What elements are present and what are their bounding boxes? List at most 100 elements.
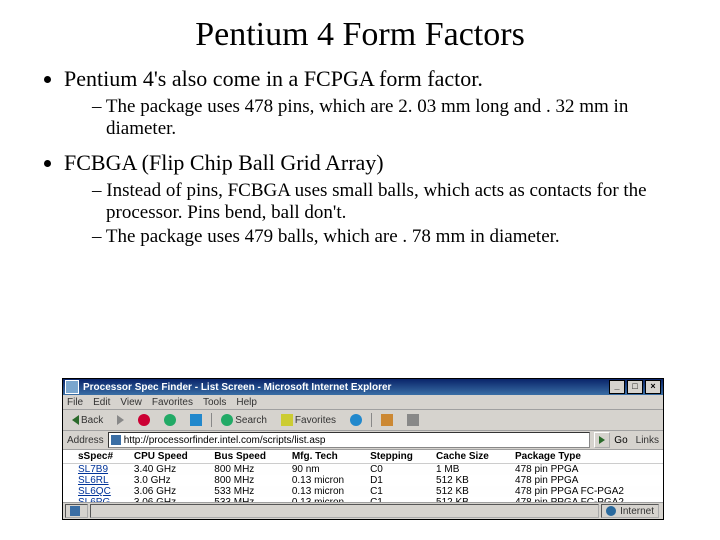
home-button[interactable] [185, 411, 207, 429]
cell-step: C1 [366, 486, 432, 497]
col-cache: Cache Size [432, 450, 511, 464]
history-button[interactable] [345, 411, 367, 429]
favorites-icon [281, 414, 293, 426]
cell-mfg: 90 nm [288, 464, 366, 476]
cell-cpu: 3.06 GHz [130, 486, 210, 497]
address-label: Address [67, 435, 104, 446]
home-icon [190, 414, 202, 426]
cell-bus: 800 MHz [210, 464, 288, 476]
bullet-2-sub-1: Instead of pins, FCBGA uses small balls,… [92, 180, 680, 224]
cell-cache: 512 KB [432, 475, 511, 486]
window-maximize-button[interactable]: □ [627, 380, 643, 394]
col-pkg: Package Type [511, 450, 663, 464]
table-stripe [63, 464, 74, 476]
back-button[interactable]: Back [67, 411, 108, 429]
browser-toolbar: Back Search Favorites [63, 410, 663, 431]
spec-table: sSpec# CPU Speed Bus Speed Mfg. Tech Ste… [63, 450, 663, 502]
go-button[interactable] [594, 432, 610, 448]
window-close-button[interactable]: × [645, 380, 661, 394]
bullet-1-sublist: The package uses 478 pins, which are 2. … [64, 96, 680, 140]
print-icon [407, 414, 419, 426]
browser-statusbar: Internet [63, 502, 663, 519]
table-stripe [63, 475, 74, 486]
cell-step: C0 [366, 464, 432, 476]
go-label: Go [614, 435, 627, 446]
table-header-row: sSpec# CPU Speed Bus Speed Mfg. Tech Ste… [63, 450, 663, 464]
cell-mfg: 0.13 micron [288, 486, 366, 497]
cell-mfg: 0.13 micron [288, 475, 366, 486]
search-button[interactable]: Search [216, 411, 272, 429]
history-icon [350, 414, 362, 426]
bullet-list: Pentium 4's also come in a FCPGA form fa… [40, 66, 680, 248]
menu-edit[interactable]: Edit [93, 397, 110, 408]
forward-button[interactable] [112, 411, 129, 429]
cell-pkg: 478 pin PPGA [511, 475, 663, 486]
page-icon [111, 435, 121, 445]
col-cpu: CPU Speed [130, 450, 210, 464]
bullet-2-sub-2: The package uses 479 balls, which are . … [92, 226, 680, 248]
print-button[interactable] [402, 411, 424, 429]
ie-icon [65, 380, 79, 394]
address-input[interactable]: http://processorfinder.intel.com/scripts… [108, 432, 591, 448]
cell-cpu: 3.0 GHz [130, 475, 210, 486]
browser-titlebar: Processor Spec Finder - List Screen - Mi… [63, 379, 663, 395]
go-arrow-icon [599, 436, 605, 444]
cell-spec[interactable]: SL7B9 [74, 464, 130, 476]
bullet-1: Pentium 4's also come in a FCPGA form fa… [64, 66, 680, 140]
cell-step: D1 [366, 475, 432, 486]
back-arrow-icon [72, 415, 79, 425]
status-pane-main [90, 504, 599, 518]
cell-cache: 1 MB [432, 464, 511, 476]
cell-cache: 512 KB [432, 486, 511, 497]
menu-help[interactable]: Help [236, 397, 257, 408]
table-row: SL6QC3.06 GHz533 MHz0.13 micronC1512 KB4… [63, 486, 663, 497]
menu-view[interactable]: View [120, 397, 142, 408]
cell-pkg: 478 pin PPGA [511, 464, 663, 476]
cell-bus: 800 MHz [210, 475, 288, 486]
links-label[interactable]: Links [636, 435, 659, 446]
bullet-1-sub-1: The package uses 478 pins, which are 2. … [92, 96, 680, 140]
bullet-1-text: Pentium 4's also come in a FCPGA form fa… [64, 66, 483, 91]
col-mfg: Mfg. Tech [288, 450, 366, 464]
browser-menubar: File Edit View Favorites Tools Help [63, 395, 663, 410]
table-stripe [63, 486, 74, 497]
bullet-2-sublist: Instead of pins, FCBGA uses small balls,… [64, 180, 680, 248]
status-zone-text: Internet [620, 506, 654, 517]
browser-title-text: Processor Spec Finder - List Screen - Mi… [83, 382, 391, 393]
search-icon [221, 414, 233, 426]
stop-button[interactable] [133, 411, 155, 429]
col-spec: sSpec# [74, 450, 130, 464]
bullet-2-text: FCBGA (Flip Chip Ball Grid Array) [64, 150, 384, 175]
menu-favorites[interactable]: Favorites [152, 397, 193, 408]
back-label: Back [81, 415, 103, 426]
mail-icon [381, 414, 393, 426]
cell-cpu: 3.40 GHz [130, 464, 210, 476]
refresh-icon [164, 414, 176, 426]
status-pane-icon [65, 504, 88, 518]
table-stripe [63, 450, 74, 464]
table-row: SL7B93.40 GHz800 MHz90 nmC01 MB478 pin P… [63, 464, 663, 476]
address-url: http://processorfinder.intel.com/scripts… [124, 435, 326, 446]
cell-bus: 533 MHz [210, 486, 288, 497]
menu-tools[interactable]: Tools [203, 397, 226, 408]
menu-file[interactable]: File [67, 397, 83, 408]
favorites-label: Favorites [295, 415, 336, 426]
browser-addressbar: Address http://processorfinder.intel.com… [63, 431, 663, 450]
col-bus: Bus Speed [210, 450, 288, 464]
bullet-2: FCBGA (Flip Chip Ball Grid Array) Instea… [64, 150, 680, 248]
col-step: Stepping [366, 450, 432, 464]
cell-spec[interactable]: SL6RL [74, 475, 130, 486]
status-pane-zone: Internet [601, 504, 659, 518]
mail-button[interactable] [376, 411, 398, 429]
search-label: Search [235, 415, 267, 426]
cell-spec[interactable]: SL6QC [74, 486, 130, 497]
favorites-button[interactable]: Favorites [276, 411, 341, 429]
globe-icon [606, 506, 616, 516]
refresh-button[interactable] [159, 411, 181, 429]
stop-icon [138, 414, 150, 426]
slide-title: Pentium 4 Form Factors [40, 16, 680, 54]
table-row: SL6RL3.0 GHz800 MHz0.13 micronD1512 KB47… [63, 475, 663, 486]
window-minimize-button[interactable]: _ [609, 380, 625, 394]
browser-window: Processor Spec Finder - List Screen - Mi… [62, 378, 664, 520]
browser-content: sSpec# CPU Speed Bus Speed Mfg. Tech Ste… [63, 450, 663, 502]
